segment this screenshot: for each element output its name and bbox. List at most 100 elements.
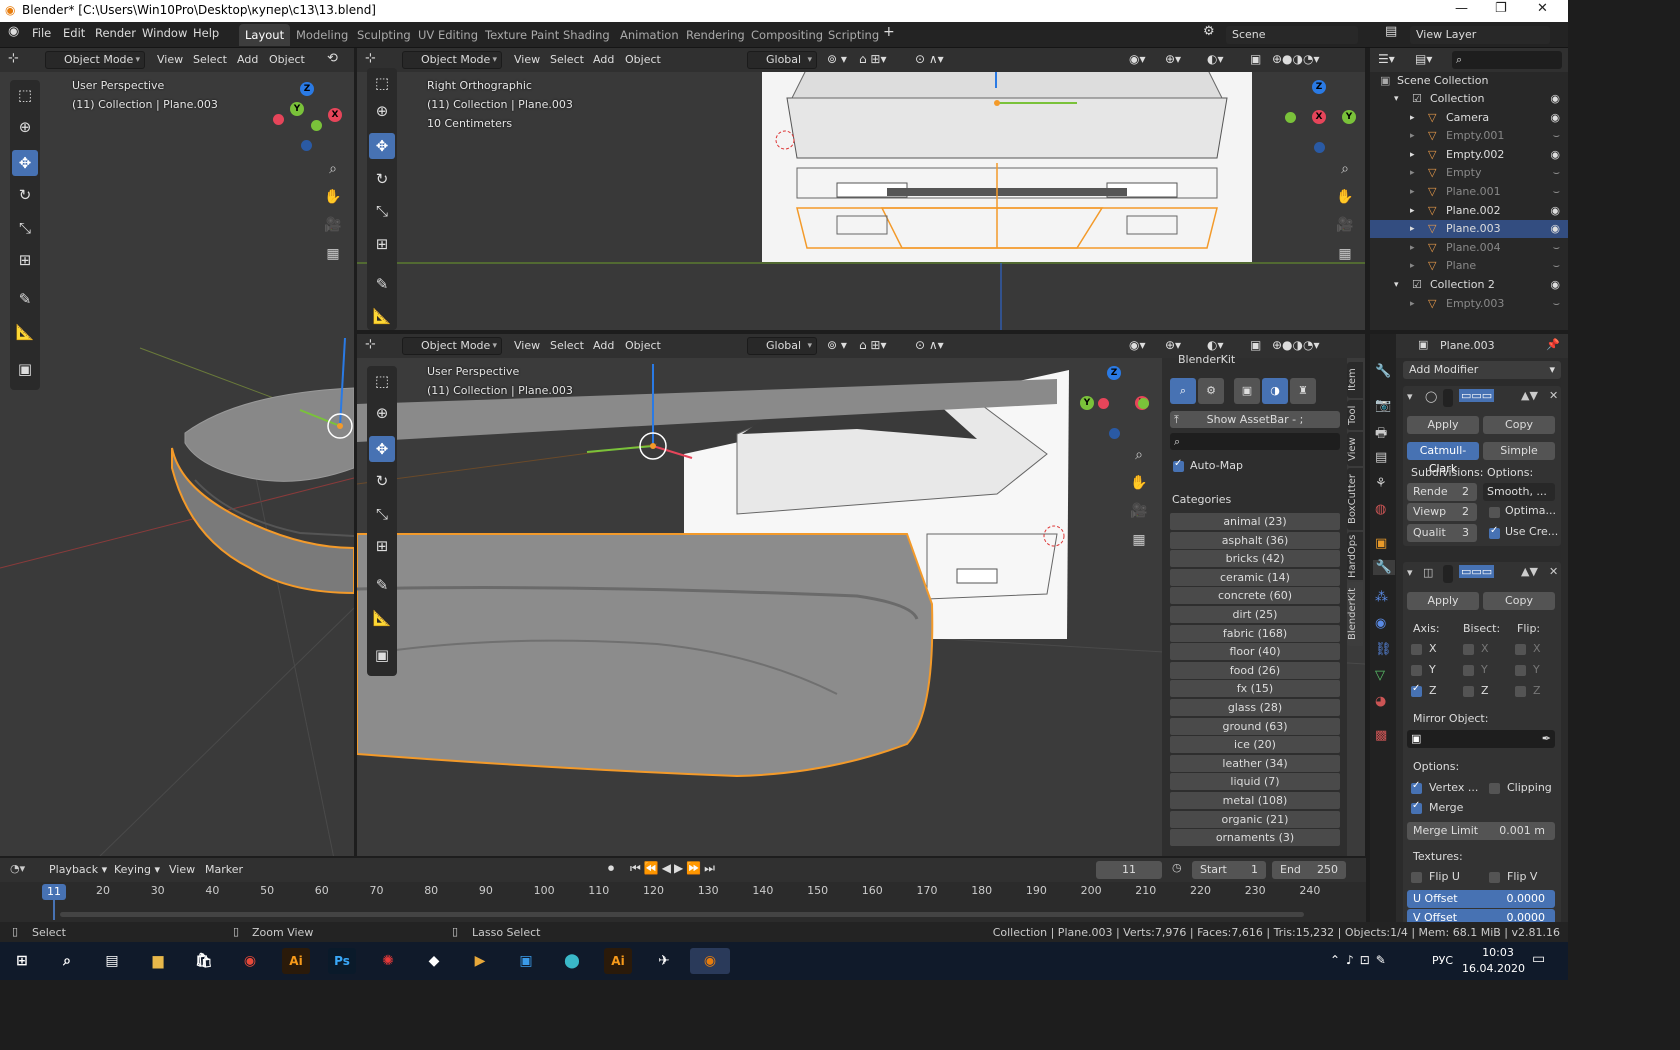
store-icon[interactable]: 🛍	[190, 948, 218, 974]
close-icon[interactable]: ✕	[1537, 1, 1548, 16]
render-levels-field[interactable]: Rende 2	[1407, 483, 1477, 501]
axis-y-checkbox[interactable]	[1411, 665, 1422, 676]
eye-icon[interactable]: ◉	[1550, 202, 1560, 220]
menu-help[interactable]: Help	[193, 26, 219, 40]
outliner-item[interactable]: ▸ ▽ Plane.002 ◉	[1370, 202, 1568, 220]
category-item[interactable]: asphalt (36)	[1170, 531, 1340, 549]
remove-modifier-icon[interactable]: ✕	[1549, 389, 1558, 402]
start-frame-field[interactable]: Start 1	[1192, 861, 1266, 879]
scene-selector[interactable]: Scene	[1226, 26, 1358, 44]
category-item[interactable]: food (26)	[1170, 661, 1340, 679]
scene-icon[interactable]: ⚙	[1203, 24, 1215, 39]
optimal-display-checkbox[interactable]	[1489, 507, 1500, 518]
outliner-item[interactable]: ▾ ☑ Collection ◉	[1370, 90, 1568, 108]
expand-icon[interactable]: ▸	[1410, 295, 1415, 313]
menu-add[interactable]: Add	[593, 53, 614, 66]
outliner-item[interactable]: ▸ ▽ Plane.004 ⌣	[1370, 239, 1568, 257]
category-item[interactable]: dirt (25)	[1170, 606, 1340, 623]
tab-shading[interactable]: Shading	[557, 24, 616, 46]
rotate-icon[interactable]: ↻	[369, 166, 395, 192]
tab-view[interactable]: View	[1347, 432, 1363, 466]
display-mode-icon[interactable]: ▤▾	[1415, 52, 1432, 66]
output-tab-icon[interactable]: 🖶	[1375, 424, 1387, 446]
eye-icon[interactable]: ⌣	[1553, 183, 1560, 201]
cursor-icon[interactable]: ⊕	[12, 114, 38, 140]
transform-icon[interactable]: ⟲	[327, 51, 338, 66]
illustrator-icon[interactable]: Ai	[282, 948, 310, 974]
timeline-ruler[interactable]: 11 20 30 40 50 60 70 80 90 100 110 120 130 140 150 160…	[0, 882, 1366, 922]
menu-window[interactable]: Window	[142, 26, 187, 40]
view-layer-selector[interactable]: View Layer	[1410, 26, 1550, 44]
flip-x-checkbox[interactable]	[1515, 644, 1526, 655]
photoshop-icon[interactable]: Ps	[328, 948, 356, 974]
remove-modifier-icon[interactable]: ✕	[1549, 565, 1558, 578]
expand-icon[interactable]: ▾	[1394, 276, 1399, 294]
cursor-icon[interactable]: ⊕	[369, 400, 395, 426]
zoom-icon[interactable]: ⌕	[1128, 444, 1150, 466]
camera-icon[interactable]: 🎥	[1334, 214, 1356, 236]
category-item[interactable]: ice (20)	[1170, 736, 1340, 754]
record-icon[interactable]: ⏺	[608, 861, 614, 876]
gizmo-toggle-icon[interactable]: ⊕▾	[1165, 338, 1181, 352]
expand-icon[interactable]: ▸	[1410, 202, 1415, 220]
use-creases-checkbox[interactable]	[1489, 525, 1500, 539]
eye-icon[interactable]: ◉	[1550, 276, 1560, 294]
axis-x-checkbox[interactable]	[1411, 644, 1422, 655]
blender-menu-icon[interactable]: ◉	[8, 24, 19, 39]
menu-view[interactable]: View	[514, 339, 540, 352]
subdiv-apply-button[interactable]: Apply	[1407, 416, 1479, 434]
illustrator-icon-2[interactable]: Ai	[604, 948, 632, 974]
transform-tool-icon[interactable]: ⊞	[369, 231, 395, 257]
flip-u-checkbox[interactable]	[1411, 872, 1422, 883]
editor-type-icon[interactable]: ⊹	[365, 51, 376, 66]
eye-icon[interactable]: ◉	[1550, 220, 1560, 238]
scene-mode-icon[interactable]: ▣	[1234, 378, 1260, 404]
notifications-icon[interactable]: ▭	[1532, 951, 1545, 967]
navigation-gizmo[interactable]: Z X Y	[1077, 364, 1152, 444]
mode-select[interactable]: Object Mode	[402, 51, 502, 69]
blender-taskbar-icon[interactable]: ◉	[690, 948, 730, 974]
view-layer-tab-icon[interactable]: ▤	[1375, 450, 1387, 465]
measure-icon[interactable]: 📐	[12, 319, 38, 345]
menu-keying[interactable]: Keying ▾	[114, 863, 160, 876]
app-icon-white[interactable]: ✈	[650, 948, 678, 974]
category-item[interactable]: ceramic (14)	[1170, 568, 1340, 586]
snap-icon[interactable]: ⌂ ⊞▾	[859, 52, 887, 66]
outliner-item[interactable]: ▸ ▽ Plane.003 ◉	[1370, 220, 1568, 239]
select-box-icon[interactable]: ⬚	[12, 82, 38, 108]
clipping-checkbox[interactable]	[1489, 783, 1500, 794]
blenderkit-search-input[interactable]: ⌕	[1170, 433, 1340, 450]
tab-tool[interactable]: Tool	[1347, 400, 1363, 430]
outliner-root[interactable]: ▣ Scene Collection	[1370, 72, 1568, 90]
add-cube-icon[interactable]: ▣	[369, 642, 395, 668]
windows-start-icon[interactable]: ⊞	[8, 948, 36, 974]
eye-icon[interactable]: ◉	[1550, 146, 1560, 164]
outliner-item[interactable]: ▸ ▽ Empty.003 ⌣	[1370, 295, 1568, 313]
cursor-icon[interactable]: ⊕	[369, 98, 395, 124]
expand-icon[interactable]: ▸	[1410, 257, 1415, 275]
flip-z-checkbox[interactable]	[1515, 686, 1526, 697]
measure-icon[interactable]: 📐	[369, 605, 395, 631]
category-item[interactable]: leather (34)	[1170, 754, 1340, 772]
modifier-name-input[interactable]	[1443, 565, 1453, 583]
menu-marker[interactable]: Marker	[205, 863, 243, 876]
mirror-object-field[interactable]: ▣ ✒	[1407, 730, 1555, 748]
menu-view[interactable]: View	[157, 53, 183, 66]
move-updown-icon[interactable]: ▲▼	[1521, 565, 1538, 578]
menu-view[interactable]: View	[514, 53, 540, 66]
viewport-levels-field[interactable]: Viewp 2	[1407, 503, 1477, 521]
u-offset-field[interactable]: U Offset 0.0000	[1407, 890, 1555, 908]
axis-z-checkbox[interactable]	[1411, 683, 1422, 697]
scale-icon[interactable]: ⤡	[369, 198, 395, 224]
orientation-select[interactable]: Global	[747, 51, 817, 69]
tab-hardops[interactable]: HardOps	[1347, 532, 1363, 580]
grid-icon[interactable]: ▦	[1128, 529, 1150, 551]
menu-view[interactable]: View	[169, 863, 195, 876]
merge-checkbox[interactable]	[1411, 800, 1422, 814]
zoom-icon[interactable]: ⌕	[1334, 158, 1356, 180]
tab-boxcutter[interactable]: BoxCutter	[1347, 468, 1363, 530]
tab-texture-paint[interactable]: Texture Paint	[479, 24, 565, 46]
scale-icon[interactable]: ⤡	[12, 215, 38, 241]
xray-icon[interactable]: ▣	[1250, 338, 1261, 352]
outliner-item[interactable]: ▸ ▽ Empty ⌣	[1370, 164, 1568, 182]
